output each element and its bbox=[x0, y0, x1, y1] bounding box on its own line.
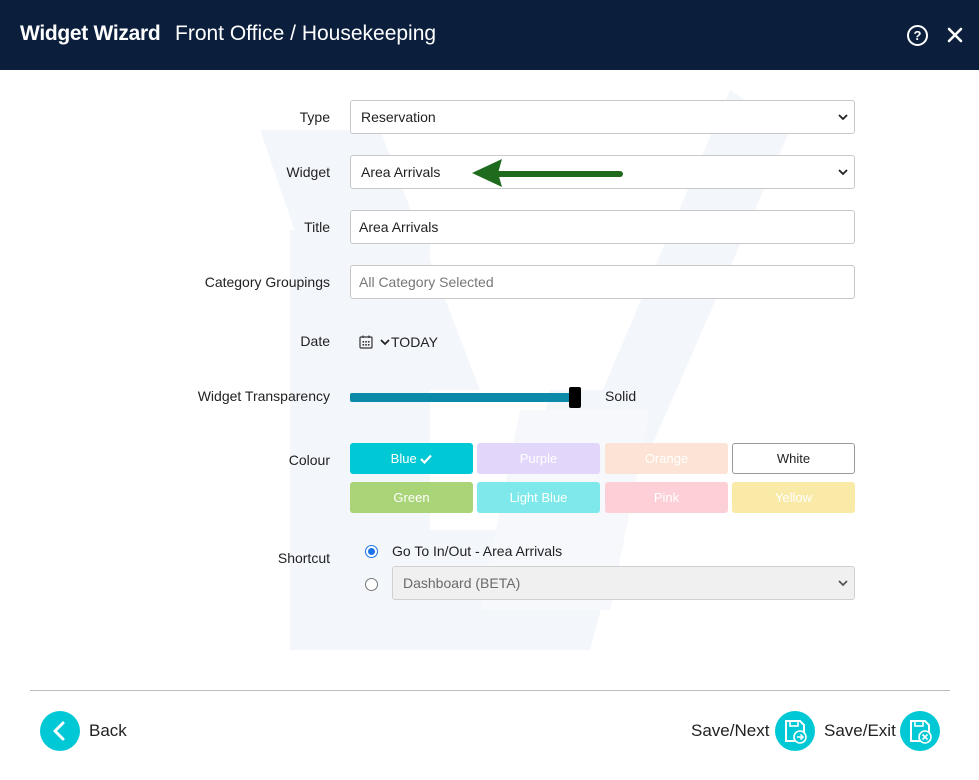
back-button[interactable] bbox=[40, 711, 80, 751]
widget-select-value: Area Arrivals bbox=[361, 164, 441, 180]
swatch-label: Purple bbox=[519, 451, 558, 466]
save-exit-label[interactable]: Save/Exit bbox=[824, 721, 896, 741]
type-select[interactable]: Reservation bbox=[350, 100, 855, 134]
type-label: Type bbox=[299, 109, 330, 125]
swatch-label: White bbox=[776, 451, 811, 466]
back-label[interactable]: Back bbox=[89, 721, 127, 741]
swatch-label: Green bbox=[393, 490, 430, 505]
category-groupings-label: Category Groupings bbox=[204, 274, 330, 290]
chevron-down-icon bbox=[838, 114, 848, 121]
category-groupings-input[interactable]: All Category Selected bbox=[350, 265, 855, 299]
shortcut-label: Shortcut bbox=[277, 550, 330, 566]
shortcut-option-inout-label: Go To In/Out - Area Arrivals bbox=[392, 543, 563, 559]
type-select-value: Reservation bbox=[361, 109, 436, 125]
help-icon[interactable]: ? bbox=[907, 25, 928, 46]
page-subtitle: Front Office / Housekeeping bbox=[175, 22, 437, 45]
chevron-down-icon bbox=[838, 580, 848, 587]
shortcut-dashboard-select[interactable]: Dashboard (BETA) bbox=[392, 566, 855, 600]
colour-swatch-blue[interactable]: Blue bbox=[350, 443, 473, 474]
colour-swatch-light-blue[interactable]: Light Blue bbox=[477, 482, 600, 513]
transparency-slider-handle[interactable] bbox=[569, 387, 581, 408]
save-next-label[interactable]: Save/Next bbox=[691, 721, 769, 741]
save-exit-button[interactable] bbox=[900, 711, 940, 751]
calendar-icon[interactable] bbox=[358, 334, 374, 350]
chevron-down-icon bbox=[838, 169, 848, 176]
save-exit-icon bbox=[910, 720, 932, 744]
wizard-header: Widget Wizard Front Office / Housekeepin… bbox=[0, 0, 979, 70]
transparency-value: Solid bbox=[605, 388, 637, 404]
colour-swatch-pink[interactable]: Pink bbox=[605, 482, 728, 513]
date-picker[interactable]: TODAY bbox=[358, 332, 438, 352]
app-title: Widget Wizard bbox=[20, 22, 161, 45]
transparency-slider-track[interactable] bbox=[350, 393, 575, 402]
colour-swatch-purple[interactable]: Purple bbox=[477, 443, 600, 474]
check-icon bbox=[420, 454, 433, 465]
swatch-label: Light Blue bbox=[509, 490, 568, 505]
title-label: Title bbox=[304, 219, 330, 235]
swatch-label: Blue bbox=[390, 451, 417, 466]
close-icon[interactable] bbox=[945, 24, 965, 46]
save-next-icon bbox=[785, 720, 807, 744]
shortcut-radio-inout[interactable] bbox=[365, 545, 378, 558]
colour-label: Colour bbox=[288, 452, 330, 468]
swatch-label: Yellow bbox=[774, 490, 813, 505]
colour-swatch-white[interactable]: White bbox=[732, 443, 855, 474]
colour-swatch-yellow[interactable]: Yellow bbox=[732, 482, 855, 513]
title-input[interactable]: Area Arrivals bbox=[350, 210, 855, 244]
date-value: TODAY bbox=[391, 334, 438, 350]
chevron-down-icon[interactable] bbox=[380, 337, 390, 347]
swatch-label: Orange bbox=[644, 451, 689, 466]
chevron-left-icon bbox=[53, 721, 65, 741]
annotation-arrow-icon bbox=[472, 159, 623, 187]
colour-swatch-green[interactable]: Green bbox=[350, 482, 473, 513]
shortcut-radio-dashboard[interactable] bbox=[365, 578, 378, 591]
shortcut-dashboard-value: Dashboard (BETA) bbox=[403, 575, 521, 591]
save-next-button[interactable] bbox=[775, 711, 815, 751]
widget-transparency-label: Widget Transparency bbox=[197, 388, 330, 404]
colour-swatch-orange[interactable]: Orange bbox=[605, 443, 728, 474]
swatch-label: Pink bbox=[653, 490, 680, 505]
widget-label: Widget bbox=[286, 164, 330, 180]
footer-divider bbox=[30, 690, 950, 691]
date-label: Date bbox=[300, 333, 330, 349]
